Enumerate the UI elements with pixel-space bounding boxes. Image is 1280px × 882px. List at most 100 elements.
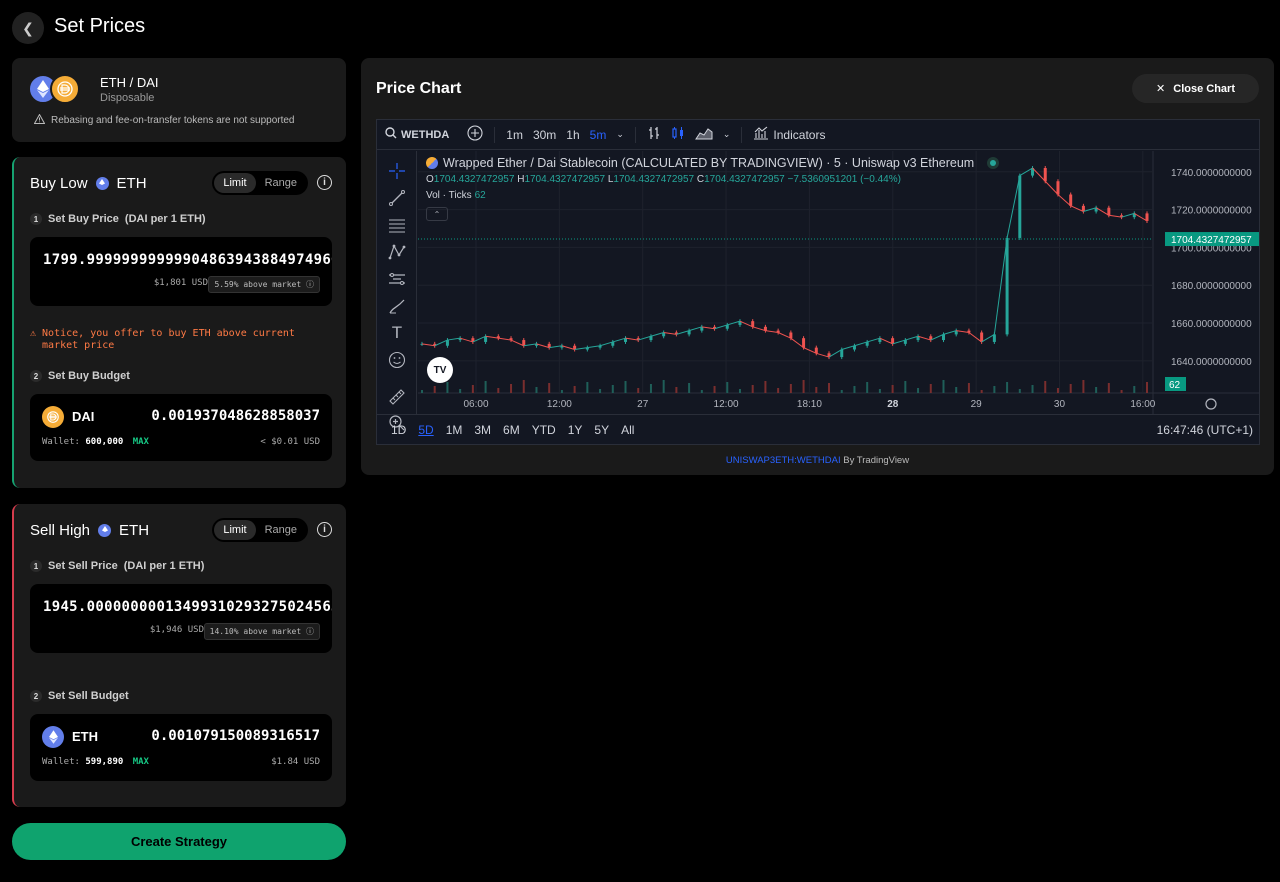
range-ytd[interactable]: YTD (526, 423, 562, 437)
buy-price-field[interactable]: 1799.9999999999990486394388497496077 $1,… (30, 237, 332, 306)
interval-30m[interactable]: 30m (528, 128, 561, 142)
last-price-label: 1704.4327472957 (1171, 235, 1252, 246)
price-line-segment (472, 335, 486, 343)
indicators-button[interactable]: Indicators (748, 126, 830, 143)
bars-style-button[interactable] (642, 126, 666, 143)
fib-retracement-icon[interactable] (387, 215, 407, 235)
interval-dropdown[interactable]: ⌄ (611, 129, 629, 140)
price-line-segment (739, 320, 753, 328)
volume-bar (624, 381, 627, 393)
buy-budget-usd: < $0.01 USD (260, 437, 320, 447)
price-chart-svg[interactable]: 1740.00000000001720.00000000001700.00000… (418, 151, 1259, 414)
sell-step1-label: 1 Set Sell Price (DAI per 1 ETH) (30, 560, 204, 572)
buy-title: Buy Low ETH (30, 175, 147, 192)
range-all[interactable]: All (615, 423, 640, 437)
buy-max-button[interactable]: MAX (133, 437, 149, 447)
range-6m[interactable]: 6M (497, 423, 526, 437)
area-style-button[interactable] (690, 126, 718, 143)
price-candle (980, 332, 984, 342)
chevron-up-icon: ⌃ (433, 209, 441, 219)
settings-gear-icon[interactable] (1205, 398, 1217, 410)
collapse-legend-button[interactable]: ⌃ (426, 207, 448, 221)
pair-warning: Rebasing and fee-on-transfer tokens are … (33, 113, 295, 127)
volume-bar (548, 383, 551, 393)
text-tool-icon[interactable]: T (387, 323, 407, 343)
create-strategy-button[interactable]: Create Strategy (12, 823, 346, 860)
sell-price-input[interactable]: 1945.000000000134993102932750245637 (43, 599, 332, 615)
forecast-icon[interactable] (387, 269, 407, 289)
volume-bar (828, 383, 831, 393)
price-candle (802, 338, 806, 348)
compare-button[interactable] (462, 125, 488, 144)
range-5y[interactable]: 5Y (588, 423, 615, 437)
price-line-segment (688, 326, 702, 332)
buy-price-input[interactable]: 1799.9999999999990486394388497496077 (43, 252, 332, 268)
volume-bar (980, 390, 983, 393)
price-candle (1005, 237, 1009, 335)
crosshair-icon[interactable] (387, 161, 407, 181)
volume-bar (1120, 390, 1123, 393)
trend-line-icon[interactable] (387, 188, 407, 208)
price-line-segment (867, 337, 881, 343)
range-1y[interactable]: 1Y (562, 423, 589, 437)
info-icon[interactable]: i (317, 175, 332, 190)
emoji-icon[interactable] (387, 350, 407, 370)
chart-clock[interactable]: 16:47:46 (UTC+1) (1157, 423, 1253, 437)
tradingview-logo[interactable]: TV (427, 357, 453, 383)
price-chart-area[interactable]: 1740.0000000000 1720.0000000000 1700.00000… (418, 151, 1259, 414)
price-line-segment (1044, 180, 1059, 195)
ohlc-close: 1704.4327472957 (704, 174, 785, 185)
volume-bar (637, 388, 640, 393)
close-chart-button[interactable]: ✕ Close Chart (1132, 74, 1259, 103)
step-number: 2 (30, 370, 42, 382)
chart-legend-text: Wrapped Ether / Dai Stablecoin (CALCULAT… (443, 156, 975, 170)
price-line-segment (765, 330, 779, 333)
buy-range-tab[interactable]: Range (256, 173, 306, 193)
candles-style-button[interactable] (666, 126, 690, 143)
buy-budget-field[interactable]: DAI 0.001937048628858037 Wallet: 600,000… (30, 394, 332, 461)
range-1m[interactable]: 1M (440, 423, 469, 437)
info-icon[interactable]: i (317, 522, 332, 537)
interval-5m[interactable]: 5m (585, 128, 612, 142)
ruler-icon[interactable] (387, 387, 407, 407)
price-line-segment (1108, 214, 1122, 218)
symbol-search[interactable]: WETHDA (377, 127, 454, 142)
buy-wallet: Wallet: 600,000 MAX (42, 437, 149, 447)
price-line-segment (701, 326, 715, 330)
price-line-segment (676, 330, 690, 335)
interval-1h[interactable]: 1h (561, 128, 584, 142)
sell-market-chip-text: 14.10% above market (209, 627, 302, 636)
price-line-segment (1006, 175, 1021, 239)
sell-price-field[interactable]: 1945.000000000134993102932750245637 $1,9… (30, 584, 332, 653)
warning-text: Rebasing and fee-on-transfer tokens are … (51, 115, 295, 126)
range-5d[interactable]: 5D (412, 423, 439, 437)
volume-bar (1031, 385, 1034, 393)
price-line-segment (917, 335, 931, 341)
price-line-segment (816, 352, 830, 358)
ohlc-open: 1704.4327472957 (433, 174, 515, 185)
sell-budget-field[interactable]: ETH 0.001079150089316517 Wallet: 599,890… (30, 714, 332, 781)
style-dropdown[interactable]: ⌄ (718, 129, 736, 140)
chart-panel: Price Chart ✕ Close Chart WETHDA 1m 30m … (361, 58, 1274, 475)
brush-icon[interactable] (387, 296, 407, 316)
range-3m[interactable]: 3M (468, 423, 497, 437)
sell-max-button[interactable]: MAX (133, 757, 149, 767)
sell-limit-tab[interactable]: Limit (214, 520, 256, 540)
symbol-link[interactable]: UNISWAP3ETH:WETHDAI (726, 455, 841, 466)
pattern-icon[interactable] (387, 242, 407, 262)
sell-token: ETH (119, 522, 150, 539)
chart-title: Price Chart (376, 80, 462, 97)
ohlc-high: 1704.4327472957 (524, 174, 606, 185)
buy-limit-tab[interactable]: Limit (214, 173, 256, 193)
buy-budget-input[interactable]: 0.001937048628858037 (151, 408, 320, 424)
volume-bar (421, 390, 423, 393)
sell-budget-input[interactable]: 0.001079150089316517 (151, 728, 320, 744)
back-button[interactable]: ❮ (12, 12, 44, 44)
volume-bar (1056, 388, 1059, 393)
last-volume-label: 62 (1169, 380, 1181, 391)
sell-range-tab[interactable]: Range (256, 520, 306, 540)
interval-1m[interactable]: 1m (501, 128, 528, 142)
volume-bar (917, 388, 920, 393)
volume-bar (700, 390, 703, 393)
range-1d[interactable]: 1D (385, 423, 412, 437)
